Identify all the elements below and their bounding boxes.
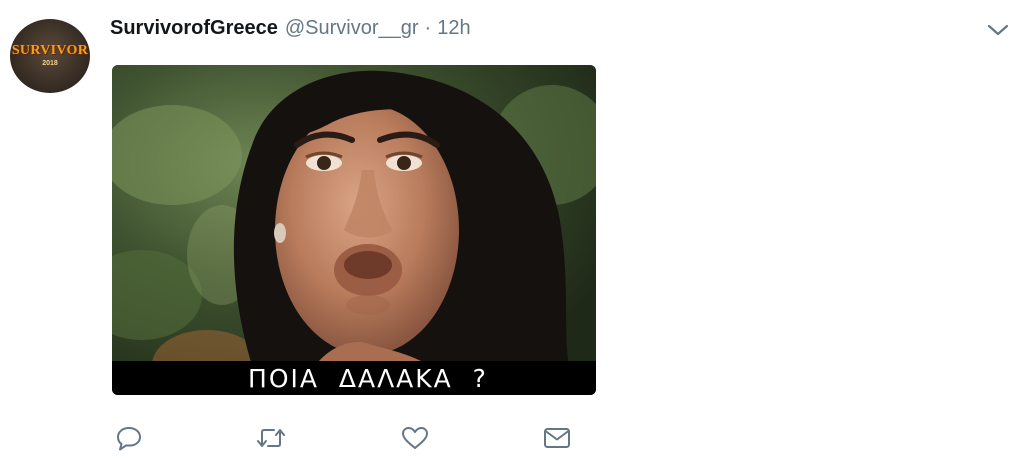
display-name[interactable]: SurvivorofGreece [110,17,278,40]
direct-message-button[interactable] [542,424,572,452]
retweet-icon [256,426,286,450]
tweet-header: SurvivorofGreece @Survivor__gr · 12h [110,14,471,42]
reply-button[interactable] [114,424,144,452]
avatar[interactable]: SURVIVOR 2018 [10,19,90,93]
logo-year: 2018 [42,60,58,67]
logo-word: SURVIVOR [11,43,89,58]
user-handle[interactable]: @Survivor__gr [285,17,419,40]
tweet: SURVIVOR 2018 SurvivorofGreece @Survivor… [0,0,1024,458]
tweet-media-image[interactable]: ΠΟΙΑ ΔΑΛΑΚΑ ? [112,65,596,395]
subtitle-bar: ΠΟΙΑ ΔΑΛΑΚΑ ? [112,361,596,395]
survivor-logo: SURVIVOR 2018 [11,36,89,76]
envelope-icon [542,426,572,450]
reply-icon [115,425,143,451]
tweet-timestamp[interactable]: 12h [437,17,470,40]
chevron-down-icon[interactable] [986,22,1010,38]
tweet-actions [0,424,1024,452]
heart-icon [400,425,430,451]
media-photo [112,65,596,395]
like-button[interactable] [400,424,430,452]
retweet-button[interactable] [256,424,286,452]
separator-dot: · [424,16,432,39]
subtitle-text: ΠΟΙΑ ΔΑΛΑΚΑ ? [248,363,488,393]
